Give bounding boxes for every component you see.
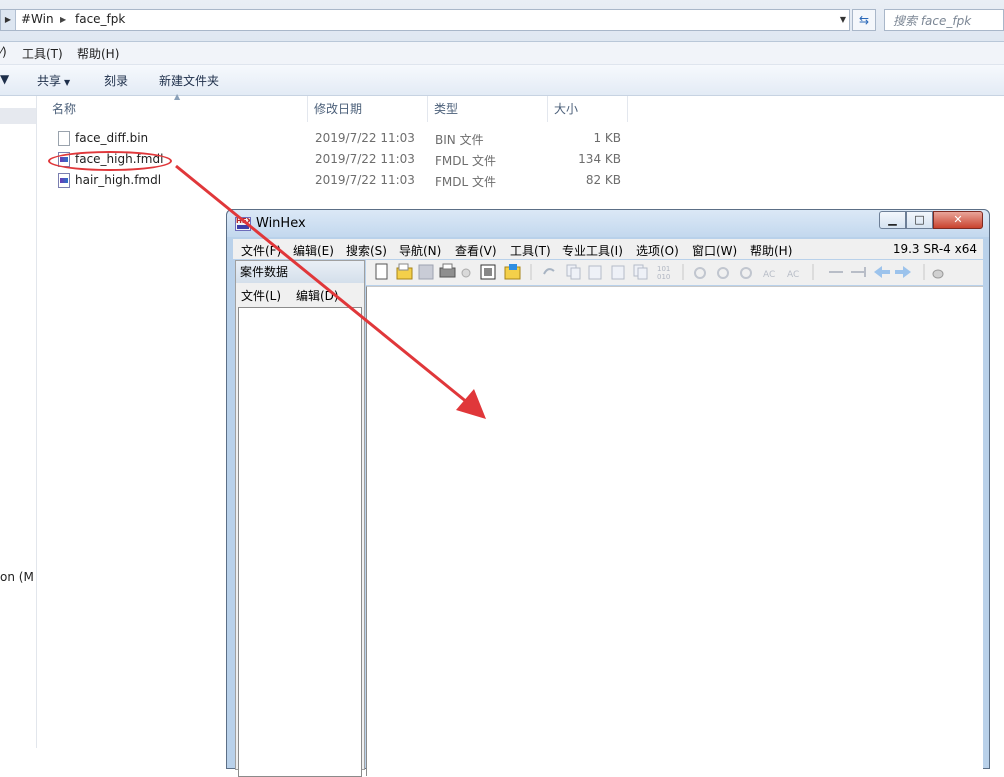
fmdl-file-icon: [58, 173, 70, 188]
replace-hex-icon[interactable]: AC: [763, 270, 775, 280]
cut-icon[interactable]: [588, 265, 602, 280]
burn-button[interactable]: 刻录: [104, 72, 128, 89]
menu-file[interactable]: 文件(F): [241, 242, 281, 259]
winhex-menu-bar: 文件(F) 编辑(E) 搜索(S) 导航(N) 查看(V) 工具(T) 专业工具…: [233, 239, 983, 259]
address-history-arrow-icon[interactable]: ▶: [1, 10, 16, 30]
file-modified: 2019/7/22 11:03: [315, 131, 415, 145]
bin-file-icon: [58, 131, 70, 146]
menu-edit[interactable]: 编辑(E): [293, 242, 334, 259]
case-data-panel: 案件数据 文件(L) 编辑(D): [235, 260, 365, 777]
svg-text:010: 010: [657, 273, 670, 281]
replace-text-icon[interactable]: [740, 267, 752, 279]
navigation-pane: on (M: [0, 96, 37, 748]
save-icon[interactable]: [418, 264, 434, 280]
version-label: 19.3 SR-4 x64: [892, 242, 977, 256]
share-label: 共享: [37, 74, 62, 88]
workspace-area[interactable]: [366, 286, 983, 776]
maximize-button[interactable]: □: [906, 211, 933, 229]
file-size: 82 KB: [585, 173, 621, 187]
paste-icon[interactable]: [611, 265, 625, 280]
case-data-title: 案件数据: [236, 261, 364, 283]
breadcrumb-face-fpk[interactable]: face_fpk: [75, 12, 125, 26]
case-menu-file[interactable]: 文件(L): [241, 287, 281, 304]
file-size: 1 KB: [593, 131, 621, 145]
open-folder-icon[interactable]: [504, 264, 521, 280]
find-hex-icon[interactable]: [717, 267, 729, 279]
print-icon[interactable]: [439, 263, 456, 278]
back-icon[interactable]: [874, 266, 890, 278]
winhex-logo-icon: HEX: [235, 217, 251, 231]
refresh-icon: ⇆: [858, 13, 870, 27]
chevron-down-icon: ▼: [64, 78, 71, 87]
new-file-icon[interactable]: [375, 263, 388, 280]
file-type: FMDL 文件: [435, 175, 496, 189]
file-row[interactable]: hair_high.fmdl 2019/7/22 11:03 FMDL 文件 8…: [52, 171, 632, 191]
address-box[interactable]: ▶ #Win ▶ face_fpk ▼: [0, 9, 850, 31]
goto-sector-icon[interactable]: [851, 267, 866, 277]
properties-icon[interactable]: [480, 264, 496, 280]
highlight-ellipse: [48, 151, 172, 171]
menu-tools[interactable]: 工具(T): [510, 242, 551, 259]
menu-specialist-tools[interactable]: 专业工具(I): [562, 242, 623, 259]
close-button[interactable]: ✕: [933, 211, 983, 229]
file-modified: 2019/7/22 11:03: [315, 152, 415, 166]
explorer-menu-bar: ⁄) 工具(T) 帮助(H): [0, 42, 1004, 65]
menu-help[interactable]: 帮助(H): [77, 45, 119, 62]
menu-tools[interactable]: 工具(T): [22, 45, 63, 62]
copy-icon[interactable]: [566, 264, 581, 280]
file-size: 134 KB: [578, 152, 621, 166]
minimize-icon: ▁: [888, 213, 897, 226]
paste-special-icon[interactable]: [633, 264, 648, 280]
winhex-window: HEX WinHex ▁ □ ✕ 文件(F) 编辑(E) 搜索(S) 导航(N)…: [226, 209, 990, 777]
menu-view[interactable]: 查看(V): [455, 242, 497, 259]
disk-icon[interactable]: [932, 269, 944, 279]
organize-dropdown-icon[interactable]: ▼: [0, 72, 9, 86]
menu-options[interactable]: 选项(O): [636, 242, 679, 259]
minimize-button[interactable]: ▁: [879, 211, 906, 229]
file-type: BIN 文件: [435, 133, 484, 147]
share-button[interactable]: 共享 ▼: [37, 72, 70, 89]
case-tree[interactable]: [238, 307, 362, 777]
properties-icon[interactable]: [461, 268, 471, 278]
open-file-icon[interactable]: [396, 263, 413, 280]
address-bar: ▶ #Win ▶ face_fpk ▼ ⇆ 搜索 face_fpk: [0, 0, 1004, 42]
hex-convert-icon[interactable]: 101010: [657, 265, 670, 281]
menu-navigation[interactable]: 导航(N): [399, 242, 441, 259]
case-menu-edit[interactable]: 编辑(D): [296, 287, 339, 304]
file-row[interactable]: face_diff.bin 2019/7/22 11:03 BIN 文件 1 K…: [52, 129, 632, 149]
menu-search[interactable]: 搜索(S): [346, 242, 387, 259]
close-icon: ✕: [953, 213, 963, 226]
menu-window[interactable]: 窗口(W): [692, 242, 737, 259]
nav-item-partial[interactable]: on (M: [0, 570, 34, 584]
forward-icon[interactable]: [895, 266, 911, 278]
explorer-command-bar: ▼ 共享 ▼ 刻录 新建文件夹: [0, 65, 1004, 96]
file-modified: 2019/7/22 11:03: [315, 173, 415, 187]
column-header-name[interactable]: 名称: [46, 96, 308, 122]
svg-text:AC: AC: [787, 270, 799, 280]
goto-offset-icon[interactable]: AC: [787, 270, 799, 280]
winhex-toolbar: 101 010 AC AC: [366, 260, 983, 285]
find-text-icon[interactable]: [694, 267, 706, 279]
column-header-size[interactable]: 大小: [548, 96, 628, 122]
file-name: face_diff.bin: [75, 131, 149, 145]
breadcrumb-win[interactable]: #Win: [21, 12, 54, 26]
undo-icon[interactable]: [543, 268, 555, 275]
svg-text:AC: AC: [763, 270, 775, 280]
address-dropdown-icon[interactable]: ▼: [836, 10, 850, 30]
menu-view-partial[interactable]: ⁄): [0, 45, 7, 59]
file-type: FMDL 文件: [435, 154, 496, 168]
column-header-modified[interactable]: 修改日期: [308, 96, 428, 122]
file-name: hair_high.fmdl: [75, 173, 162, 187]
breadcrumb-separator-icon[interactable]: ▶: [60, 12, 66, 28]
winhex-title-bar[interactable]: HEX WinHex ▁ □ ✕: [227, 210, 989, 237]
menu-help[interactable]: 帮助(H): [750, 242, 792, 259]
search-input[interactable]: 搜索 face_fpk: [884, 9, 1004, 31]
new-folder-button[interactable]: 新建文件夹: [159, 72, 219, 89]
column-header-type[interactable]: 类型: [428, 96, 548, 122]
refresh-button[interactable]: ⇆: [852, 9, 876, 31]
window-title: WinHex: [256, 216, 306, 231]
maximize-icon: □: [914, 213, 925, 226]
nav-selected-item[interactable]: [0, 108, 36, 124]
svg-text:101: 101: [657, 265, 670, 273]
